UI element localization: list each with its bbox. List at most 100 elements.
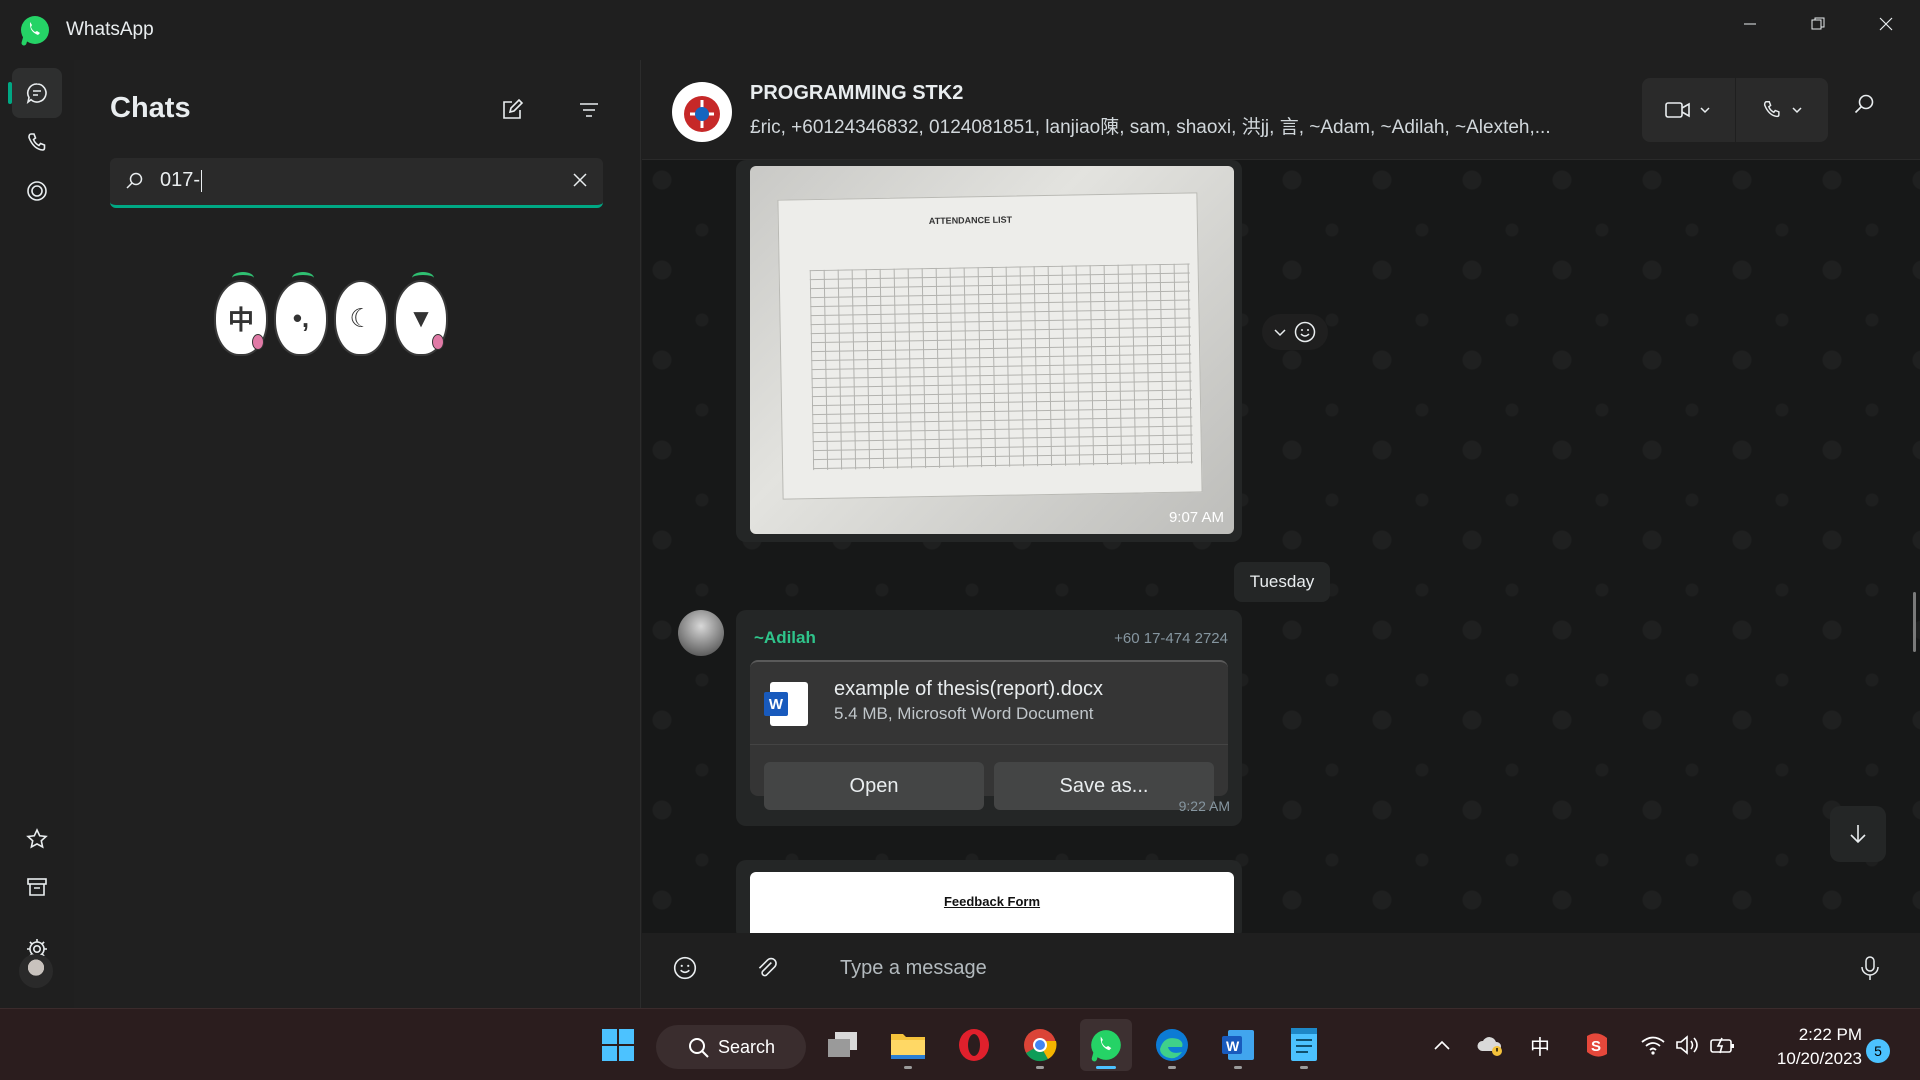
show-hidden-icons-button[interactable]	[1430, 1029, 1454, 1061]
video-camera-icon	[1665, 102, 1691, 118]
empty-state-sticker: 中 •, ☾ ▼	[214, 272, 454, 370]
message-list[interactable]: ATTENDANCE LIST 9:07 AM Tuesday ~Adilah …	[642, 160, 1920, 933]
filter-icon	[580, 103, 598, 117]
restore-icon	[1811, 17, 1825, 30]
group-members-list: £ric, +60124346832, 0124081851, lanjiao陳…	[750, 117, 1551, 138]
volume-tray-button[interactable]	[1672, 1029, 1702, 1061]
chat-bubble-icon	[26, 83, 47, 104]
clock-time: 2:22 PM	[1798, 1025, 1862, 1044]
arrow-down-icon	[1850, 825, 1866, 844]
sticker-egg-3: ☾	[334, 280, 388, 356]
file-explorer-button[interactable]	[882, 1019, 934, 1071]
phone-icon	[28, 133, 46, 151]
message-input[interactable]: Type a message	[840, 957, 987, 980]
task-view-button[interactable]	[817, 1019, 869, 1071]
message-composer: Type a message	[642, 933, 1920, 1008]
photo-paper-sheet: ATTENDANCE LIST	[777, 192, 1203, 500]
new-chat-button[interactable]	[492, 90, 532, 130]
battery-charging-icon	[1710, 1037, 1734, 1054]
sticker-egg-2: •,	[274, 272, 328, 356]
nav-starred-button[interactable]	[12, 814, 62, 864]
message-actions[interactable]	[1262, 314, 1328, 350]
chevron-down-icon	[1700, 107, 1710, 114]
word-button[interactable]: W	[1212, 1019, 1264, 1071]
form-message[interactable]: Feedback Form	[736, 860, 1242, 933]
scroll-to-bottom-button[interactable]	[1830, 806, 1886, 862]
emoji-react-icon[interactable]	[1293, 320, 1317, 344]
date-divider: Tuesday	[1234, 562, 1330, 602]
nav-calls-button[interactable]	[12, 118, 62, 168]
tray-app-button[interactable]: S	[1582, 1029, 1612, 1061]
group-avatar[interactable]	[672, 82, 732, 142]
nav-status-button[interactable]	[12, 166, 62, 216]
whatsapp-icon	[1091, 1030, 1121, 1062]
notepad-icon	[1291, 1028, 1317, 1061]
open-document-button[interactable]: Open	[764, 762, 984, 810]
taskbar-clock[interactable]: 2:22 PM 10/20/2023	[1752, 1023, 1862, 1071]
sender-avatar[interactable]	[678, 610, 724, 656]
chat-list-panel: Chats 017- 中 •, ☾ ▼	[74, 60, 641, 1008]
conversation-header[interactable]: PROGRAMMING STK2 £ric, +60124346832, 012…	[642, 60, 1920, 160]
title-bar: WhatsApp	[0, 0, 1920, 60]
attendance-photo[interactable]: ATTENDANCE LIST 9:07 AM	[750, 166, 1234, 534]
document-message[interactable]: ~Adilah +60 17-474 2724 W example of the…	[736, 610, 1242, 826]
nav-archived-button[interactable]	[12, 862, 62, 912]
wifi-icon	[1641, 1036, 1665, 1055]
phone-icon	[1763, 101, 1780, 118]
svg-text:S: S	[1591, 1038, 1601, 1055]
filter-button[interactable]	[569, 90, 609, 130]
microphone-icon[interactable]	[1858, 955, 1882, 981]
sender-name[interactable]: ~Adilah	[754, 628, 816, 648]
chrome-button[interactable]	[1014, 1019, 1066, 1071]
folder-icon	[891, 1034, 925, 1059]
attach-paperclip-icon[interactable]	[754, 955, 780, 981]
photo-sheet-title: ATTENDANCE LIST	[928, 214, 1013, 227]
form-preview[interactable]: Feedback Form	[750, 872, 1234, 933]
navigation-rail	[0, 60, 74, 1008]
profile-avatar[interactable]	[19, 954, 53, 988]
voice-call-button[interactable]	[1736, 78, 1829, 142]
edge-icon	[1156, 1029, 1188, 1061]
document-card[interactable]: W example of thesis(report).docx 5.4 MB,…	[750, 660, 1228, 810]
search-icon	[689, 1038, 709, 1058]
form-title: Feedback Form	[943, 894, 1041, 909]
task-view-icon	[828, 1032, 857, 1057]
clear-search-icon[interactable]	[571, 171, 589, 189]
edge-button[interactable]	[1146, 1019, 1198, 1071]
image-message[interactable]: ATTENDANCE LIST 9:07 AM	[736, 160, 1242, 542]
opera-icon	[959, 1029, 989, 1061]
onedrive-tray-button[interactable]	[1476, 1029, 1506, 1061]
wifi-tray-button[interactable]	[1638, 1029, 1668, 1061]
notification-badge[interactable]: 5	[1866, 1039, 1890, 1063]
scrollbar-thumb[interactable]	[1913, 592, 1916, 652]
close-window-button[interactable]	[1852, 0, 1920, 48]
windows-taskbar: Search W 中 S 2:22 PM 10/20/2023 5	[0, 1008, 1920, 1080]
whatsapp-logo-icon	[21, 16, 49, 46]
search-input[interactable]: 017-	[160, 169, 203, 192]
notepad-button[interactable]	[1278, 1019, 1330, 1071]
input-method-indicator[interactable]: 中	[1526, 1029, 1554, 1061]
video-call-button[interactable]	[1642, 78, 1735, 142]
emoji-icon[interactable]	[672, 955, 698, 981]
call-buttons	[1642, 78, 1828, 142]
app-title: WhatsApp	[66, 19, 154, 40]
message-time: 9:22 AM	[1178, 798, 1230, 814]
chats-title: Chats	[110, 92, 191, 124]
nav-chats-button[interactable]	[8, 68, 62, 118]
search-messages-icon[interactable]	[1852, 92, 1876, 116]
restore-button[interactable]	[1784, 0, 1852, 48]
sticker-egg-1: 中	[214, 272, 268, 356]
taskbar-search[interactable]: Search	[656, 1025, 806, 1069]
whatsapp-taskbar-button[interactable]	[1080, 1019, 1132, 1071]
compose-icon	[503, 98, 524, 119]
opera-button[interactable]	[948, 1019, 1000, 1071]
chevron-down-icon[interactable]	[1273, 325, 1287, 339]
document-name: example of thesis(report).docx	[834, 678, 1104, 700]
battery-tray-button[interactable]	[1708, 1029, 1738, 1061]
close-icon	[1879, 17, 1893, 31]
conversation-pane: PROGRAMMING STK2 £ric, +60124346832, 012…	[642, 60, 1920, 1008]
windows-start-icon	[602, 1029, 634, 1061]
minimize-button[interactable]	[1716, 0, 1784, 48]
start-button[interactable]	[592, 1019, 644, 1071]
search-field[interactable]: 017-	[110, 158, 603, 208]
